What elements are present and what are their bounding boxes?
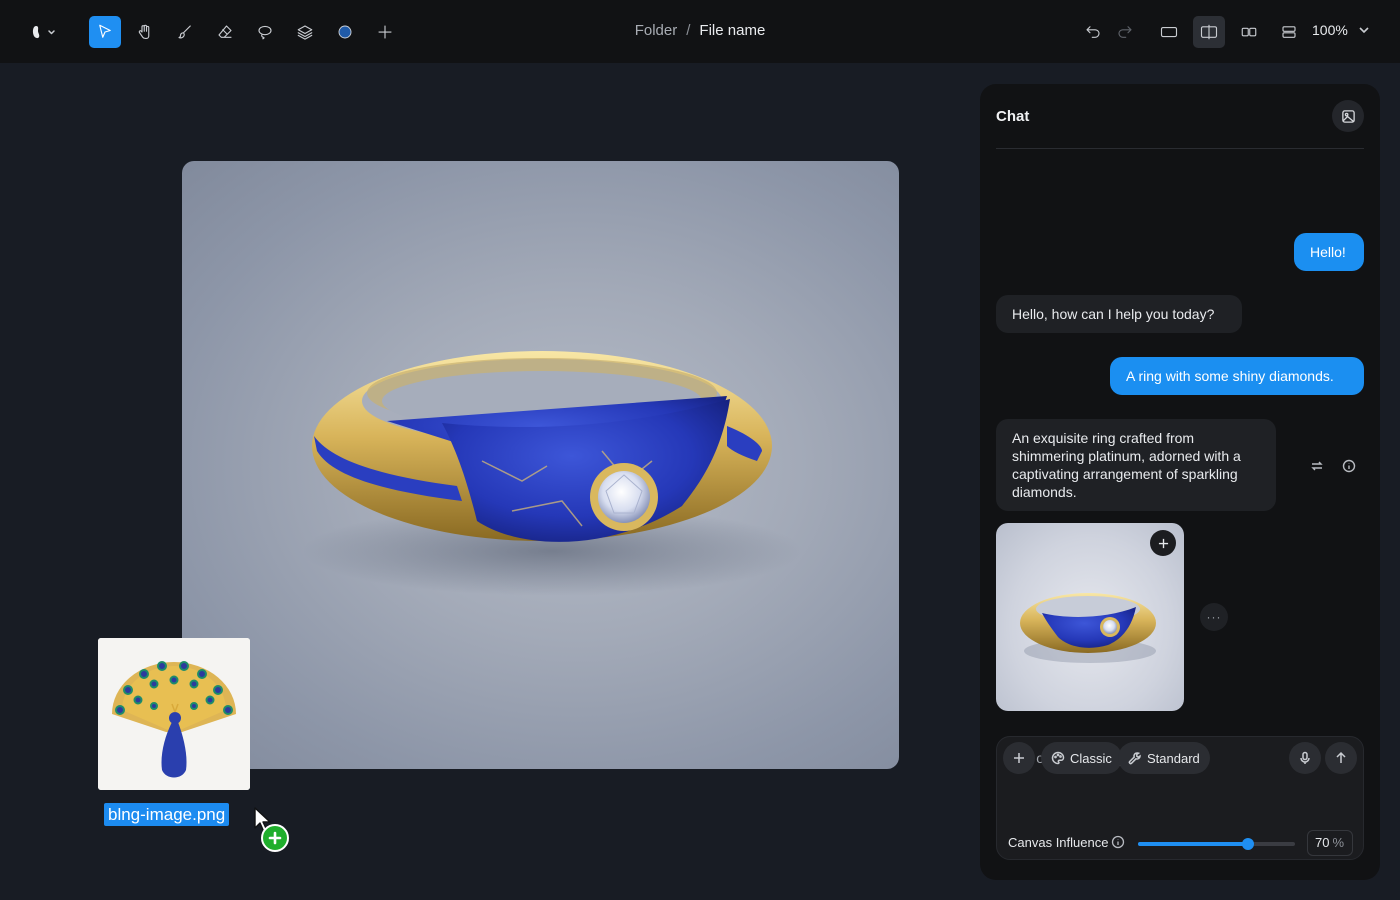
dragged-file-name: blng-image.png [104,803,230,826]
ring-image [302,351,802,596]
chat-composer: Classic Standard Canvas Influence 70% [996,736,1364,860]
undo-button[interactable] [1077,16,1109,48]
stack-view-icon [1282,26,1296,38]
redo-icon [1118,26,1132,38]
color-swatch-button[interactable] [329,16,361,48]
canvas-influence-value[interactable]: 70% [1307,830,1353,856]
canvas-influence-label: Canvas Influence [1008,835,1109,850]
microphone-icon [1300,751,1310,764]
hand-icon [138,24,150,39]
wrench-icon [1128,752,1141,765]
chat-message-user: Hello! [1294,233,1364,271]
chat-panel: Chat Hello! Hello, how can I help you to… [980,84,1380,880]
brush-tool-button[interactable] [169,16,201,48]
attach-button[interactable] [1003,742,1035,774]
split-view-button[interactable] [1193,16,1225,48]
lasso-tool-button[interactable] [249,16,281,48]
top-toolbar: Folder / File name 100% [0,0,1400,63]
plus-icon [1014,753,1024,763]
regenerate-button[interactable] [1310,459,1326,475]
undo-icon [1086,26,1100,38]
select-tool-button[interactable] [89,16,121,48]
redo-button[interactable] [1109,16,1141,48]
zoom-dropdown[interactable]: 100% [1312,22,1370,38]
eraser-tool-button[interactable] [209,16,241,48]
voice-input-button[interactable] [1289,742,1321,774]
more-options-button[interactable]: ··· [1200,603,1228,631]
quality-standard-label: Standard [1147,750,1200,766]
breadcrumb-folder[interactable]: Folder [635,22,678,39]
slider-fill [1138,842,1248,846]
send-button[interactable] [1325,742,1357,774]
chat-message-assistant: An exquisite ring crafted from shimmerin… [996,419,1276,511]
info-icon[interactable] [1111,835,1125,849]
breadcrumb-file[interactable]: File name [699,22,765,39]
slider-thumb[interactable] [1241,838,1254,850]
canvas-influence-unit: % [1332,835,1345,850]
split-view-icon [1200,24,1218,40]
zoom-level: 100% [1312,22,1348,38]
style-classic-button[interactable]: Classic [1041,742,1122,774]
info-icon [1342,459,1356,473]
style-classic-label: Classic [1070,750,1112,766]
peacock-brooch-image [98,638,250,790]
drop-add-badge [261,824,289,852]
single-view-icon [1160,26,1178,38]
single-view-button[interactable] [1153,16,1185,48]
canvas-influence-row: Canvas Influence 70% [997,823,1363,859]
stack-view-button[interactable] [1273,16,1305,48]
dragged-image-thumbnail[interactable] [98,638,250,790]
plus-icon [1158,538,1168,548]
plus-icon [268,831,282,845]
chat-image-button[interactable] [1332,100,1364,132]
canvas-influence-number: 70 [1315,835,1330,850]
plus-icon [378,25,392,39]
color-swatch-icon [338,25,352,39]
quality-standard-button[interactable]: Standard [1118,742,1210,774]
palette-icon [1051,751,1065,765]
lasso-icon [258,25,272,40]
compare-view-button[interactable] [1233,16,1265,48]
compare-view-icon [1241,27,1257,37]
chat-message-assistant: Hello, how can I help you today? [996,295,1242,333]
layers-tool-button[interactable] [289,16,321,48]
add-to-canvas-button[interactable] [1150,530,1176,556]
refresh-icon [1311,461,1323,471]
canvas-influence-slider[interactable] [1138,838,1295,850]
chat-divider [996,148,1364,149]
app-logo-icon [32,26,55,39]
app-menu-button[interactable] [24,16,60,48]
chat-message-user: A ring with some shiny diamonds. [1110,357,1364,395]
chevron-down-icon [1359,27,1369,34]
eraser-icon [218,25,232,38]
pointer-icon [99,24,111,38]
canvas-image[interactable] [182,161,899,769]
chat-title: Chat [996,108,1030,125]
image-icon [1341,109,1355,123]
brush-icon [178,25,191,39]
hand-tool-button[interactable] [129,16,161,48]
breadcrumb-separator: / [686,22,691,39]
arrow-up-icon [1336,751,1346,763]
add-tool-button[interactable] [369,16,401,48]
layers-icon [297,25,313,40]
generated-image[interactable] [996,523,1184,711]
message-info-button[interactable] [1342,459,1358,475]
